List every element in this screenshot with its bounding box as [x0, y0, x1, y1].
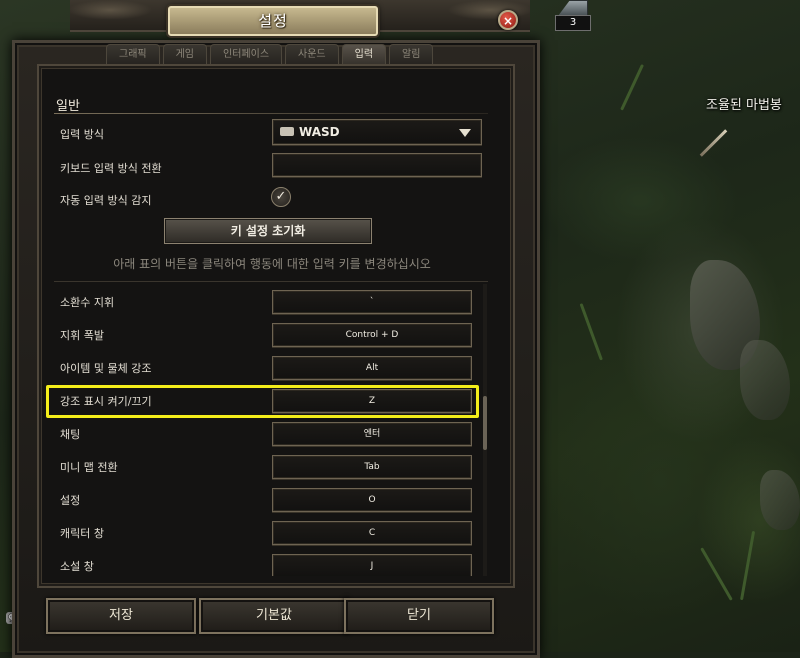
section-divider — [54, 113, 488, 114]
keybind-divider — [54, 281, 488, 282]
fern-leaf — [620, 64, 644, 111]
keybind-button[interactable]: Control + D — [272, 323, 472, 347]
keybind-key-value: O — [368, 495, 376, 505]
keybind-action-label: 설정 — [60, 494, 81, 507]
window-title: 설정 — [168, 6, 378, 36]
keybind-row: 채팅 엔터 — [44, 416, 488, 448]
item-stack[interactable]: 3 — [552, 0, 592, 31]
section-title-general: 일반 — [56, 99, 80, 114]
fern-leaf — [579, 303, 603, 361]
close-button[interactable]: 닫기 — [344, 598, 494, 634]
input-method-label: 입력 방식 — [60, 128, 104, 141]
keybind-key-value: Control + D — [345, 330, 399, 340]
keybind-button[interactable]: Tab — [272, 455, 472, 479]
keybind-row: 소설 창 J — [44, 548, 488, 576]
keybind-action-label: 소설 창 — [60, 560, 94, 573]
keybind-list: 소환수 지휘 ` 지휘 폭발 Control + D 아이템 및 물체 강조 Alt 강조 … — [44, 284, 488, 576]
auto-detect-label: 자동 입력 방식 감지 — [60, 194, 152, 207]
keybind-key-value: Tab — [364, 462, 380, 472]
input-method-value: WASD — [299, 125, 340, 139]
fern-leaf — [700, 547, 733, 601]
tab-4[interactable]: 입력 — [341, 44, 387, 65]
keybind-key-value: C — [368, 528, 376, 538]
save-button[interactable]: 저장 — [46, 598, 196, 634]
keybind-row: 캐릭터 창 C — [44, 515, 488, 547]
keybind-button[interactable]: Alt — [272, 356, 472, 380]
tab-1[interactable]: 게임 — [162, 44, 208, 65]
keybind-button[interactable]: C — [272, 521, 472, 545]
keybind-button[interactable]: O — [272, 488, 472, 512]
tab-2[interactable]: 인터페이스 — [210, 44, 283, 65]
rock-formation — [760, 470, 800, 530]
keybind-action-label: 채팅 — [60, 428, 81, 441]
keyboard-mouse-icon — [280, 127, 294, 136]
keybind-key-value: Alt — [365, 363, 379, 373]
keybind-key-value: 엔터 — [363, 429, 381, 439]
close-icon[interactable]: × — [498, 10, 518, 30]
tab-5[interactable]: 알림 — [389, 44, 434, 65]
keybind-action-label: 지휘 폭발 — [60, 329, 104, 342]
highlight-annotation-box — [46, 385, 479, 418]
keybind-action-label: 소환수 지휘 — [60, 296, 115, 309]
tab-0[interactable]: 그래픽 — [106, 44, 160, 65]
keyboard-toggle-value — [273, 154, 481, 176]
keybind-row: 지휘 폭발 Control + D — [44, 317, 488, 349]
fern-leaf — [740, 530, 756, 601]
reset-keys-button[interactable]: 키 설정 초기화 — [164, 218, 372, 244]
keybind-hint: 아래 표의 버튼을 클릭하여 행동에 대한 입력 키를 변경하십시오 — [113, 257, 431, 271]
keybind-key-value: ` — [369, 297, 375, 307]
keyboard-toggle-keybind[interactable] — [272, 153, 482, 177]
keybind-row: 설정 O — [44, 482, 488, 514]
stack-item-icon — [558, 0, 588, 16]
ground-item-label[interactable]: 조율된 마법봉 — [706, 94, 782, 113]
keybind-action-label: 캐릭터 창 — [60, 527, 104, 540]
keybind-button[interactable]: 엔터 — [272, 422, 472, 446]
scroll-thumb[interactable] — [483, 396, 487, 450]
keybind-row: 미니 맵 전환 Tab — [44, 449, 488, 481]
auto-detect-checkbox[interactable]: ✓ — [271, 187, 291, 207]
input-method-dropdown[interactable]: WASD — [272, 119, 482, 145]
keybind-scrollbar[interactable] — [483, 284, 487, 576]
keybind-row: 소환수 지휘 ` — [44, 284, 488, 316]
defaults-button[interactable]: 기본값 — [199, 598, 349, 634]
settings-tabs: 그래픽 게임 인터페이스 사운드 입력 알림 — [106, 44, 434, 65]
keybind-button[interactable]: J — [272, 554, 472, 576]
chevron-down-icon — [459, 129, 471, 137]
keybind-row: 아이템 및 물체 강조 Alt — [44, 350, 488, 382]
tab-3[interactable]: 사운드 — [285, 44, 339, 65]
keybind-key-value: J — [370, 561, 374, 571]
stack-count: 3 — [555, 15, 591, 31]
rock-formation — [740, 340, 790, 420]
keyboard-toggle-label: 키보드 입력 방식 전환 — [60, 162, 162, 175]
keybind-action-label: 미니 맵 전환 — [60, 461, 118, 474]
keybind-button[interactable]: ` — [272, 290, 472, 314]
keybind-action-label: 아이템 및 물체 강조 — [60, 362, 152, 375]
